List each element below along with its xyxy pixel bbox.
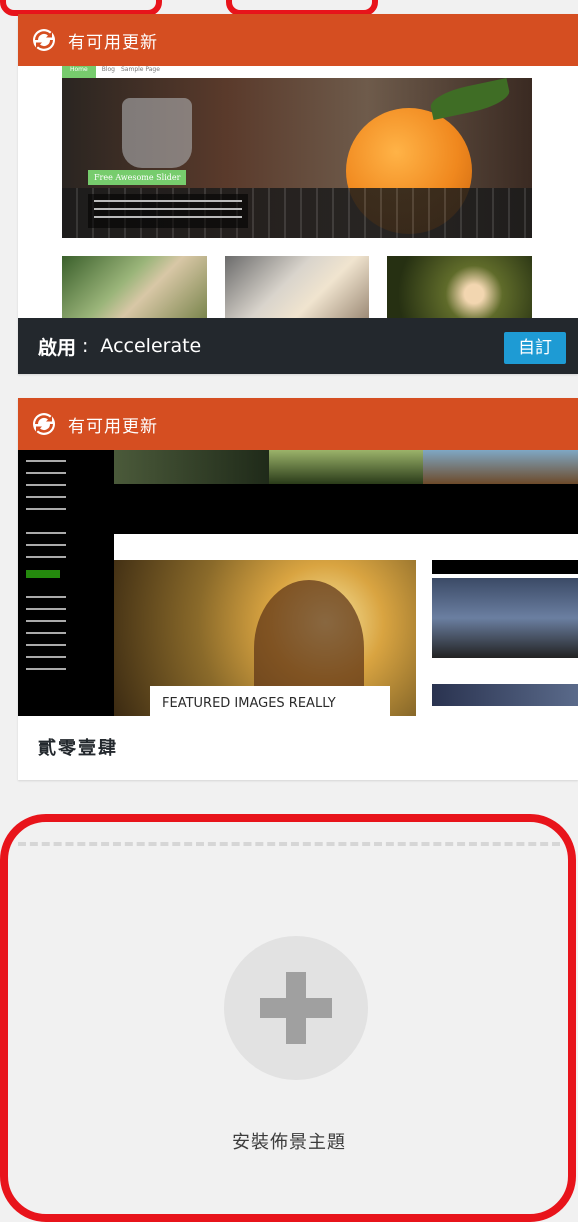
- active-theme-bar: 啟用 : Accelerate 自訂: [18, 318, 578, 374]
- preview-tile: [114, 450, 269, 534]
- theme-name: 貳零壹肆: [38, 738, 118, 759]
- featured-title-text: FEATURED IMAGES REALLY: [162, 696, 336, 711]
- mug-image: [122, 98, 192, 168]
- preview-hero-image: Free Awesome Slider: [62, 77, 532, 238]
- theme-card-twentyfourteen[interactable]: 有可用更新 FEATURED IMAGES REALLY 貳零壹肆: [18, 398, 578, 780]
- video-thumbnail: [432, 684, 578, 706]
- theme-screenshot[interactable]: FEATURED IMAGES REALLY: [18, 450, 578, 716]
- preview-slider-badge: Free Awesome Slider: [88, 170, 187, 185]
- preview-video-widget: [432, 560, 578, 716]
- preview-nav-item: Sample Page: [120, 66, 160, 73]
- preview-nav-item: Blog: [101, 66, 115, 73]
- theme-card-accelerate[interactable]: 有可用更新 Home Blog Sample Page Free Awesome…: [18, 14, 578, 374]
- update-notice-text: 有可用更新: [68, 32, 158, 53]
- active-colon: :: [82, 335, 89, 357]
- preview-nav: Home Blog Sample Page: [62, 66, 160, 78]
- update-icon: [33, 29, 55, 51]
- update-notice[interactable]: 有可用更新: [18, 14, 578, 66]
- update-icon: [33, 413, 55, 435]
- preview-sidebar: [18, 450, 114, 716]
- active-label: 啟用: [38, 336, 77, 359]
- preview-tile: [268, 450, 424, 534]
- update-notice-text: 有可用更新: [68, 416, 158, 437]
- customize-button[interactable]: 自訂: [504, 332, 566, 364]
- preview-caption: [88, 194, 248, 228]
- preview-featured-title: FEATURED IMAGES REALLY: [150, 686, 390, 716]
- leaf-image: [428, 77, 512, 121]
- video-thumbnail: [432, 578, 578, 658]
- theme-name: Accelerate: [100, 335, 202, 357]
- preview-featured-row: [114, 450, 578, 534]
- preview-nav-item: Home: [62, 66, 96, 78]
- update-notice[interactable]: 有可用更新: [18, 398, 578, 450]
- theme-screenshot[interactable]: Home Blog Sample Page Free Awesome Slide…: [18, 66, 578, 332]
- highlight-box: [0, 814, 576, 1222]
- preview-tile: [423, 450, 578, 534]
